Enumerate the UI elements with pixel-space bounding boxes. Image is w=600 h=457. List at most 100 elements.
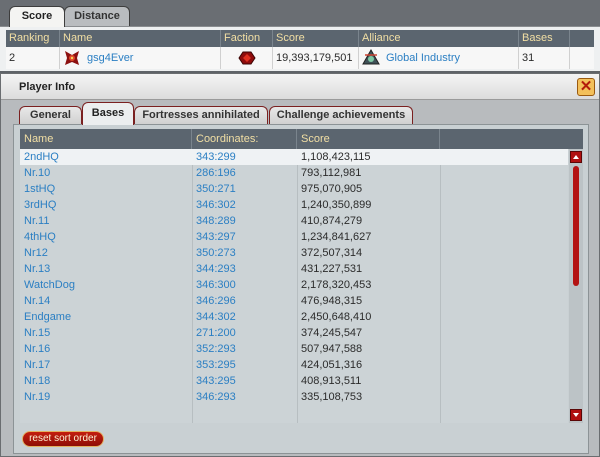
player-info-titlebar[interactable]: Player Info ✕ xyxy=(1,74,599,100)
close-icon: ✕ xyxy=(579,78,593,95)
base-coordinates-link[interactable]: 350:271 xyxy=(192,181,236,197)
close-button[interactable]: ✕ xyxy=(577,78,595,96)
rank-value: 2 xyxy=(6,47,60,69)
base-row[interactable]: Nr.16 352:293 507,947,588 xyxy=(20,341,568,357)
base-name-link[interactable]: Nr.13 xyxy=(20,261,50,277)
tab-score[interactable]: Score xyxy=(9,6,65,27)
row-spacer xyxy=(570,47,594,69)
base-name-link[interactable]: 4thHQ xyxy=(20,229,56,245)
base-coordinates-link[interactable]: 343:299 xyxy=(192,149,236,165)
scroll-up-button[interactable] xyxy=(570,151,582,163)
player-score: 19,393,179,501 xyxy=(273,47,359,69)
player-name-link[interactable]: gsg4Ever xyxy=(87,47,133,69)
base-row[interactable]: 4thHQ 343:297 1,234,841,627 xyxy=(20,229,568,245)
base-coordinates-link[interactable]: 350:273 xyxy=(192,245,236,261)
base-score: 374,245,547 xyxy=(301,327,363,339)
base-name-link[interactable]: Nr.11 xyxy=(20,213,49,229)
base-coordinates-link[interactable]: 352:293 xyxy=(192,341,236,357)
base-name-link[interactable]: 2ndHQ xyxy=(20,149,59,165)
base-name-link[interactable]: Endgame xyxy=(20,309,71,325)
alliance-cell[interactable]: Global Industry xyxy=(359,47,519,69)
col-bases[interactable]: Bases xyxy=(519,30,570,47)
alliance-emblem-icon xyxy=(362,48,380,67)
base-name-link[interactable]: Nr12 xyxy=(20,245,48,261)
base-coordinates-link[interactable]: 344:302 xyxy=(192,309,236,325)
col-ranking[interactable]: Ranking xyxy=(6,30,60,47)
base-score: 793,112,981 xyxy=(301,167,362,179)
base-score: 424,051,316 xyxy=(301,359,363,371)
base-coordinates-link[interactable]: 271:200 xyxy=(192,325,236,341)
base-coordinates-link[interactable]: 346:302 xyxy=(192,197,236,213)
base-coordinates-link[interactable]: 346:296 xyxy=(192,293,236,309)
base-coordinates-link[interactable]: 348:289 xyxy=(192,213,236,229)
base-row[interactable]: WatchDog 346:300 2,178,320,453 xyxy=(20,277,568,293)
base-row[interactable]: Nr.18 343:295 408,913,511 xyxy=(20,373,568,389)
base-coordinates-link[interactable]: 286:196 xyxy=(192,165,236,181)
base-row[interactable]: Nr.13 344:293 431,227,531 xyxy=(20,261,568,277)
col-base-name[interactable]: Name xyxy=(20,129,192,149)
player-cell[interactable]: gsg4Ever xyxy=(60,47,221,69)
reset-sort-order-button[interactable]: reset sort order xyxy=(22,431,104,447)
base-score: 2,178,320,453 xyxy=(301,279,372,291)
base-coordinates-link[interactable]: 353:295 xyxy=(192,357,236,373)
base-coordinates-link[interactable]: 346:300 xyxy=(192,277,236,293)
base-name-link[interactable]: Nr.15 xyxy=(20,325,50,341)
base-row[interactable]: 1stHQ 350:271 975,070,905 xyxy=(20,181,568,197)
col-coordinates[interactable]: Coordinates: xyxy=(192,129,297,149)
base-name-link[interactable]: Nr.14 xyxy=(20,293,50,309)
base-score: 1,234,841,627 xyxy=(301,231,372,243)
base-coordinates-link[interactable]: 343:295 xyxy=(192,373,236,389)
base-row[interactable]: Nr.11 348:289 410,874,279 xyxy=(20,213,568,229)
base-name-link[interactable]: Nr.17 xyxy=(20,357,50,373)
base-name-link[interactable]: Nr.19 xyxy=(20,389,50,405)
col-faction[interactable]: Faction xyxy=(221,30,273,47)
base-score: 476,948,315 xyxy=(301,295,363,307)
base-score: 2,450,648,410 xyxy=(301,311,372,323)
base-score: 372,507,314 xyxy=(301,247,363,259)
scroll-down-button[interactable] xyxy=(570,409,582,421)
base-name-link[interactable]: WatchDog xyxy=(20,277,75,293)
base-coordinates-link[interactable]: 344:293 xyxy=(192,261,236,277)
base-row[interactable]: Nr.10 286:196 793,112,981 xyxy=(20,165,568,181)
tab-distance[interactable]: Distance xyxy=(64,6,130,27)
base-coordinates-link[interactable]: 346:293 xyxy=(192,389,236,405)
base-score: 410,874,279 xyxy=(301,215,363,227)
base-score: 1,108,423,115 xyxy=(301,151,371,163)
bases-panel: Name Coordinates: Score 2ndHQ 343:299 1,10… xyxy=(13,124,589,454)
base-row[interactable]: 3rdHQ 346:302 1,240,350,899 xyxy=(20,197,568,213)
base-row[interactable]: 2ndHQ 343:299 1,108,423,115 xyxy=(20,149,568,165)
faction-cell xyxy=(221,47,273,69)
base-row[interactable]: Nr12 350:273 372,507,314 xyxy=(20,245,568,261)
base-score: 1,240,350,899 xyxy=(301,199,372,211)
arrow-down-icon xyxy=(573,413,579,417)
base-name-link[interactable]: 3rdHQ xyxy=(20,197,56,213)
ranking-header: Ranking Name Faction Score Alliance Base… xyxy=(6,30,594,47)
base-name-link[interactable]: Nr.16 xyxy=(20,341,50,357)
base-score: 507,947,588 xyxy=(301,343,363,355)
base-name-link[interactable]: 1stHQ xyxy=(20,181,55,197)
base-score: 431,227,531 xyxy=(301,263,363,275)
col-alliance[interactable]: Alliance xyxy=(359,30,519,47)
col-name[interactable]: Name xyxy=(60,30,221,47)
base-row[interactable]: Nr.15 271:200 374,245,547 xyxy=(20,325,568,341)
base-coordinates-link[interactable]: 343:297 xyxy=(192,229,236,245)
player-avatar-icon xyxy=(63,49,81,67)
tab-general[interactable]: General xyxy=(19,106,82,125)
col-base-score[interactable]: Score xyxy=(297,129,440,149)
ranking-tab-bar: Score Distance xyxy=(0,0,600,27)
tab-challenge-achievements[interactable]: Challenge achievements xyxy=(269,106,413,125)
ranking-row[interactable]: 2 gsg4Ever 19,393,179,501 Global Industr… xyxy=(6,47,594,69)
base-row[interactable]: Nr.19 346:293 335,108,753 xyxy=(20,389,568,405)
col-score[interactable]: Score xyxy=(273,30,359,47)
base-row[interactable]: Nr.14 346:296 476,948,315 xyxy=(20,293,568,309)
tab-fortresses-annihilated[interactable]: Fortresses annihilated xyxy=(134,106,268,125)
base-score: 408,913,511 xyxy=(301,375,362,387)
tab-bases[interactable]: Bases xyxy=(82,102,134,125)
bases-scrollbar[interactable] xyxy=(569,149,583,423)
base-row[interactable]: Endgame 344:302 2,450,648,410 xyxy=(20,309,568,325)
alliance-name-link[interactable]: Global Industry xyxy=(386,47,460,69)
base-name-link[interactable]: Nr.18 xyxy=(20,373,50,389)
scroll-thumb[interactable] xyxy=(573,166,579,286)
base-name-link[interactable]: Nr.10 xyxy=(20,165,50,181)
base-row[interactable]: Nr.17 353:295 424,051,316 xyxy=(20,357,568,373)
